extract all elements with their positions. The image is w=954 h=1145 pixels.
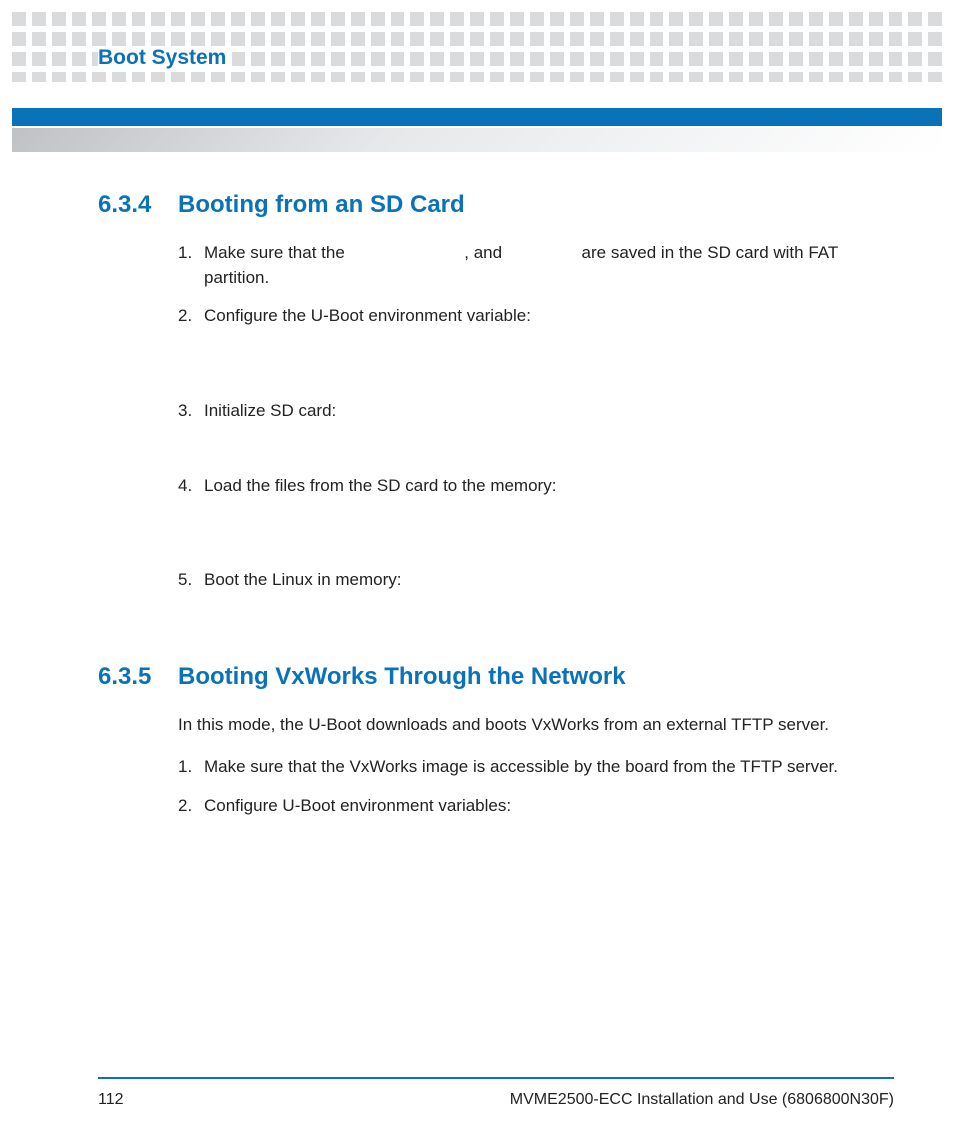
doc-title: MVME2500-ECC Installation and Use (68068… xyxy=(510,1091,894,1109)
step-item: 2. Configure U-Boot environment variable… xyxy=(178,794,894,819)
step-item: 5. Boot the Linux in memory: xyxy=(178,568,894,593)
step-number: 1. xyxy=(178,755,204,780)
step-number: 2. xyxy=(178,304,204,329)
step-text: Make sure that the , and are saved in th… xyxy=(204,241,894,290)
step-text: Load the files from the SD card to the m… xyxy=(204,474,894,499)
section-intro: In this mode, the U-Boot downloads and b… xyxy=(178,713,894,738)
step-list: 4. Load the files from the SD card to th… xyxy=(178,474,894,499)
step-number: 4. xyxy=(178,474,204,499)
section-heading: 6.3.5 Booting VxWorks Through the Networ… xyxy=(98,663,894,691)
step-number: 2. xyxy=(178,794,204,819)
section-title: Booting VxWorks Through the Network xyxy=(178,663,626,691)
header-blue-bar xyxy=(12,108,942,126)
step-number: 5. xyxy=(178,568,204,593)
page-number: 112 xyxy=(98,1091,124,1109)
section-number: 6.3.5 xyxy=(98,663,178,691)
step-item: 2. Configure the U-Boot environment vari… xyxy=(178,304,894,329)
step-text: Initialize SD card: xyxy=(204,399,894,424)
step-text: Configure the U-Boot environment variabl… xyxy=(204,304,894,329)
step-list: 3. Initialize SD card: xyxy=(178,399,894,424)
step-list: 5. Boot the Linux in memory: xyxy=(178,568,894,593)
step-number: 1. xyxy=(178,241,204,290)
step-item: 1. Make sure that the , and are saved in… xyxy=(178,241,894,290)
header-shadow xyxy=(12,128,942,152)
section-number: 6.3.4 xyxy=(98,191,178,219)
chapter-title: Boot System xyxy=(98,46,232,70)
section-title: Booting from an SD Card xyxy=(178,191,465,219)
step-text: Boot the Linux in memory: xyxy=(204,568,894,593)
step-text: Make sure that the VxWorks image is acce… xyxy=(204,755,894,780)
footer-divider xyxy=(98,1077,894,1079)
step-item: 1. Make sure that the VxWorks image is a… xyxy=(178,755,894,780)
step-list: 1. Make sure that the VxWorks image is a… xyxy=(178,755,894,818)
step-text-fragment: , and xyxy=(464,243,507,262)
step-list: 1. Make sure that the , and are saved in… xyxy=(178,241,894,329)
step-item: 3. Initialize SD card: xyxy=(178,399,894,424)
step-item: 4. Load the files from the SD card to th… xyxy=(178,474,894,499)
section-heading: 6.3.4 Booting from an SD Card xyxy=(98,191,894,219)
step-text: Configure U-Boot environment variables: xyxy=(204,794,894,819)
page-footer: 112 MVME2500-ECC Installation and Use (6… xyxy=(98,1091,894,1109)
step-number: 3. xyxy=(178,399,204,424)
step-text-fragment: Make sure that the xyxy=(204,243,350,262)
